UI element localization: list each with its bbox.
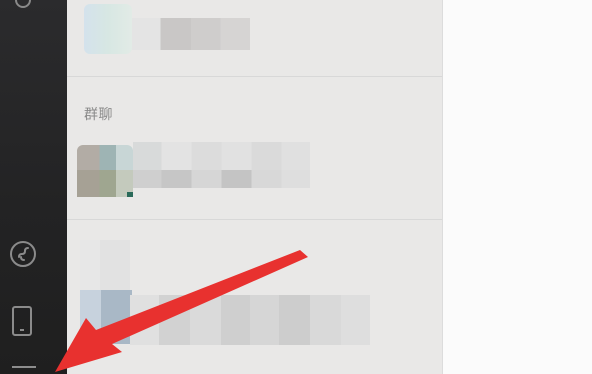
group-avatar-bottom bbox=[77, 170, 133, 197]
contact-name-blurred[interactable] bbox=[130, 295, 370, 345]
phone-icon[interactable] bbox=[11, 305, 33, 337]
divider bbox=[67, 76, 442, 77]
divider bbox=[67, 219, 442, 220]
sidebar-rail bbox=[0, 0, 67, 374]
panel-border bbox=[442, 0, 443, 374]
group-name-blurred-row bbox=[133, 170, 310, 188]
group-chat-section-title: 群聊 bbox=[84, 107, 113, 123]
group-avatar-badge bbox=[127, 192, 133, 197]
menu-icon[interactable] bbox=[12, 366, 36, 368]
mini-program-icon[interactable] bbox=[9, 240, 37, 268]
contact-name-blurred[interactable] bbox=[132, 18, 250, 50]
contact-avatar-top bbox=[80, 240, 130, 290]
contact-avatar[interactable] bbox=[80, 290, 132, 344]
settings-icon[interactable] bbox=[9, 0, 37, 14]
contact-avatar[interactable] bbox=[84, 4, 132, 54]
